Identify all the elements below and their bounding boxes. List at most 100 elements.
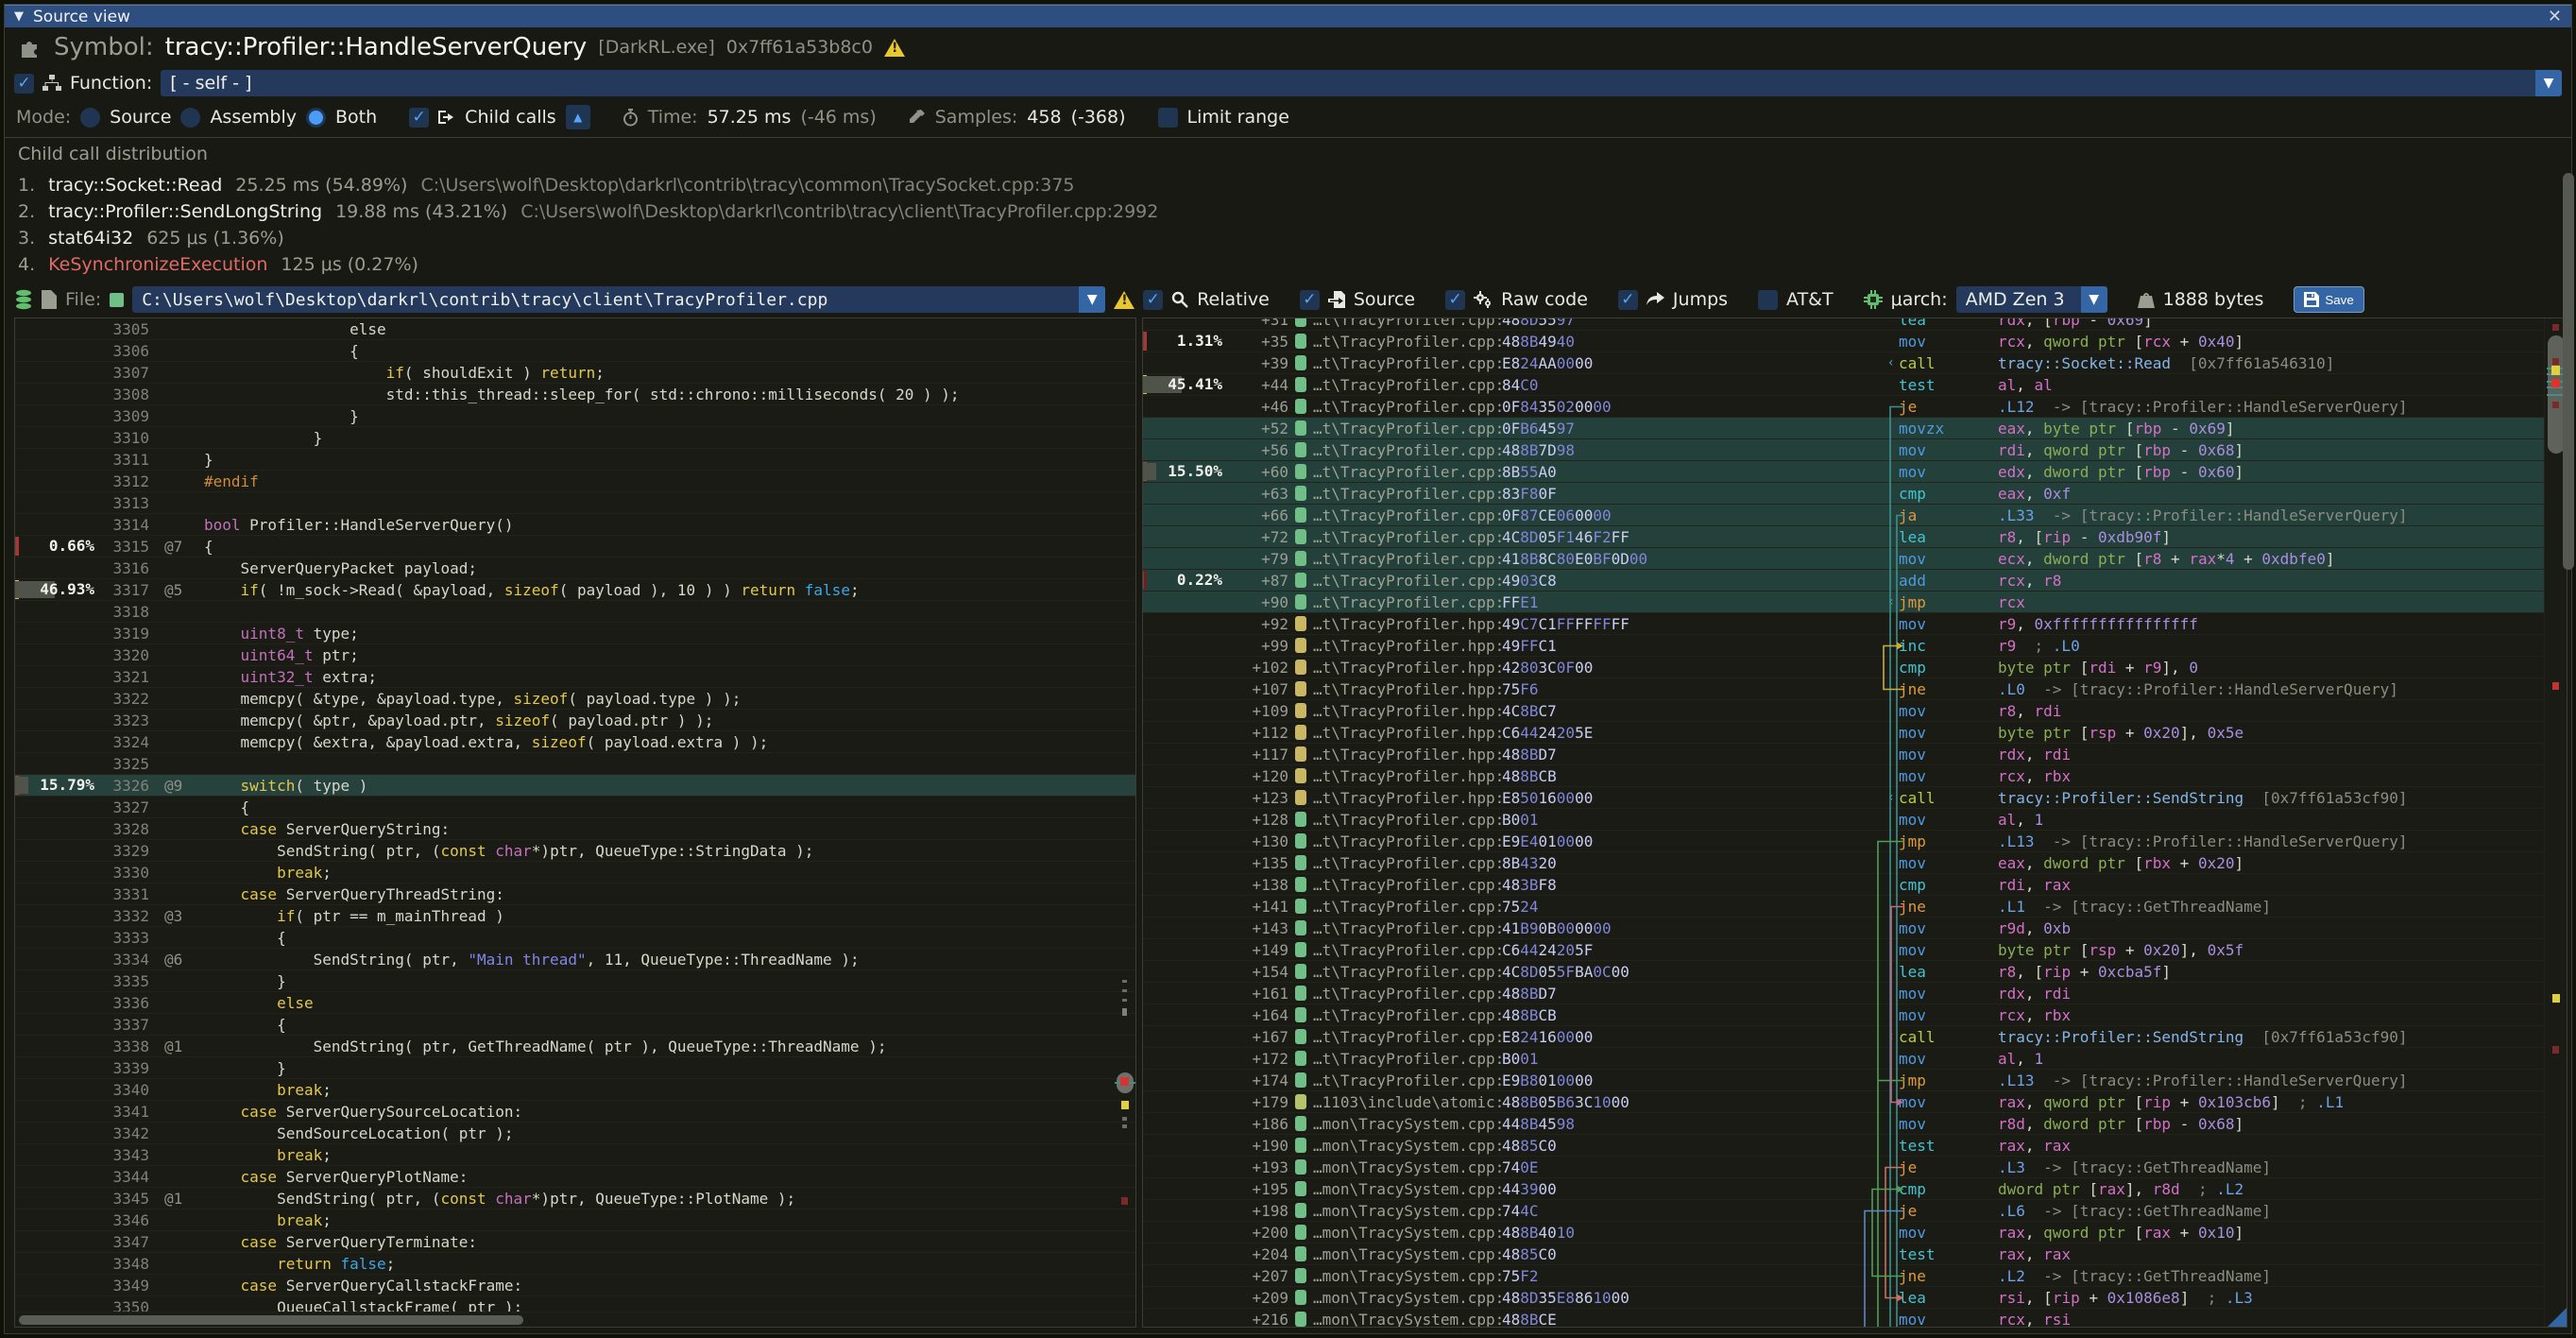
asm-row[interactable]: +149…t\TracyProfiler.cpp:3334C64424205Fm… <box>1143 939 2544 961</box>
asm-row[interactable]: +135…t\TracyProfiler.cpp:33328B4320movea… <box>1143 852 2544 874</box>
source-line[interactable]: 3313 <box>15 492 1135 514</box>
asm-row[interactable]: +123…t\TracyProfiler.hpp:676E850160000‹c… <box>1143 787 2544 809</box>
source-line[interactable]: 3337 { <box>15 1014 1135 1036</box>
asm-row[interactable]: +79…t\TracyProfiler.cpp:3326418B8C80E0BF… <box>1143 548 2544 570</box>
asm-row[interactable]: +209…mon\TracySystem.cpp:258488D35E88610… <box>1143 1287 2544 1309</box>
asm-row[interactable]: +154…t\TracyProfiler.cpp:33344C8D055FBA0… <box>1143 961 2544 983</box>
asm-row[interactable]: 15.50%+60…t\TracyProfiler.cpp:33268B55A0… <box>1143 461 2544 483</box>
source-line[interactable]: 15.79%3326@9 switch( type ) <box>15 775 1135 797</box>
asm-row[interactable]: 1.31%+35…t\TracyProfiler.cpp:3317488B494… <box>1143 331 2544 352</box>
asm-row[interactable]: +195…mon\TracySystem.cpp:199443900cmpdwo… <box>1143 1178 2544 1200</box>
source-line[interactable]: 3318 <box>15 601 1135 623</box>
asm-row[interactable]: +216…mon\TracySystem.cpp:258488BCEmovrcx… <box>1143 1309 2544 1327</box>
source-line[interactable]: 3312#endif <box>15 471 1135 492</box>
source-line[interactable]: 46.93%3317@5 if( !m_sock->Read( &payload… <box>15 579 1135 601</box>
asm-row[interactable]: +174…t\TracyProfiler.cpp:3401E9B8010000j… <box>1143 1070 2544 1091</box>
source-line[interactable]: 3306 { <box>15 340 1135 362</box>
chevron-down-icon[interactable]: ▼ <box>1079 286 1105 313</box>
source-line[interactable]: 3338@1 SendString( ptr, GetThreadName( p… <box>15 1036 1135 1057</box>
source-line[interactable]: 3321 uint32_t extra; <box>15 666 1135 688</box>
source-line[interactable]: 3307 if( shouldExit ) return; <box>15 362 1135 384</box>
child-call-entry[interactable]: 3.stat64i32625 μs (1.36%) <box>18 225 2558 251</box>
radio-both[interactable] <box>306 108 326 128</box>
close-icon[interactable]: ✕ <box>2548 7 2562 26</box>
asm-row[interactable]: +186…mon\TracySystem.cpp:197448B4598movr… <box>1143 1113 2544 1135</box>
asm-row[interactable]: +39…t\TracyProfiler.cpp:3317E824AA0000‹c… <box>1143 352 2544 374</box>
source-line[interactable]: 3336 else <box>15 992 1135 1014</box>
asm-row[interactable]: 45.41%+44…t\TracyProfiler.cpp:331784C0te… <box>1143 374 2544 396</box>
source-line[interactable]: 3310 } <box>15 427 1135 449</box>
asm-row[interactable]: +90…t\TracyProfiler.cpp:3326FFE1‹jmprcx <box>1143 592 2544 613</box>
titlebar[interactable]: ▼ Source view ✕ <box>5 5 2571 27</box>
asm-row[interactable]: +46…t\TracyProfiler.cpp:33170F8435020000… <box>1143 396 2544 418</box>
source-line[interactable]: 3340 break; <box>15 1079 1135 1101</box>
asm-row[interactable]: +56…t\TracyProfiler.cpp:3326488B7D98movr… <box>1143 439 2544 461</box>
source-line[interactable]: 3327 { <box>15 797 1135 818</box>
asm-row[interactable]: +52…t\TracyProfiler.cpp:33260FB64597movz… <box>1143 418 2544 439</box>
asm-row[interactable]: +207…mon\TracySystem.cpp:20375F2jne.L2 -… <box>1143 1265 2544 1287</box>
source-line[interactable]: 3341 case ServerQuerySourceLocation: <box>15 1101 1135 1123</box>
asm-row[interactable]: +138…t\TracyProfiler.cpp:3332483BF8cmprd… <box>1143 874 2544 896</box>
source-line[interactable]: 3347 case ServerQueryTerminate: <box>15 1231 1135 1253</box>
source-line[interactable]: 3305 else <box>15 318 1135 340</box>
window-vertical-scrollbar[interactable] <box>2561 26 2576 1330</box>
asm-row[interactable]: +200…mon\TracySystem.cpp:203488B4010movr… <box>1143 1222 2544 1244</box>
chevron-down-icon[interactable]: ▼ <box>2535 70 2562 96</box>
asm-row[interactable]: +99…t\TracyProfiler.hpp:67649FFC1incr9 ;… <box>1143 635 2544 657</box>
asm-row[interactable]: +31…t\TracyProfiler.cpp:3317488D5597lear… <box>1143 318 2544 331</box>
child-call-entry[interactable]: 4.KeSynchronizeExecution125 μs (0.27%) <box>18 251 2558 278</box>
uarch-select[interactable]: AMD Zen 3 ▼ <box>1956 286 2107 313</box>
asm-row[interactable]: +117…t\TracyProfiler.hpp:676488BD7movrdx… <box>1143 744 2544 765</box>
asm-row[interactable]: +66…t\TracyProfiler.cpp:33260F87CE060000… <box>1143 505 2544 526</box>
asm-row[interactable]: +161…t\TracyProfiler.cpp:3334488BD7movrd… <box>1143 983 2544 1004</box>
source-line[interactable]: 3314bool Profiler::HandleServerQuery() <box>15 514 1135 536</box>
source-line[interactable]: 3322 memcpy( &type, &payload.type, sizeo… <box>15 688 1135 710</box>
source-horizontal-scrollbar[interactable] <box>15 1312 1135 1327</box>
source-line[interactable]: 3325 <box>15 753 1135 775</box>
asm-row[interactable]: +120…t\TracyProfiler.hpp:676488BCBmovrcx… <box>1143 765 2544 787</box>
save-button[interactable]: Save <box>2294 286 2363 313</box>
scroll-thumb[interactable] <box>19 1315 523 1325</box>
source-line[interactable]: 3348 return false; <box>15 1253 1135 1275</box>
asm-row[interactable]: +179…1103\include\atomic:1048488B05B63C1… <box>1143 1091 2544 1113</box>
source-line[interactable]: 3344 case ServerQueryPlotName: <box>15 1166 1135 1188</box>
asm-row[interactable]: +112…t\TracyProfiler.hpp:676C64424205Emo… <box>1143 722 2544 744</box>
source-line[interactable]: 3335 } <box>15 970 1135 992</box>
source-line[interactable]: 3343 break; <box>15 1144 1135 1166</box>
asm-row[interactable]: +198…mon\TracySystem.cpp:199744Cje.L6 ->… <box>1143 1200 2544 1222</box>
asm-row[interactable]: +167…t\TracyProfiler.cpp:3334E824160000‹… <box>1143 1026 2544 1048</box>
asm-row[interactable]: +128…t\TracyProfiler.cpp:3401B001moval, … <box>1143 809 2544 831</box>
source-line[interactable]: 3350 QueueCallstackFrame( ptr ); <box>15 1296 1135 1312</box>
asm-row[interactable]: +172…t\TracyProfiler.cpp:3401B001moval, … <box>1143 1048 2544 1070</box>
source-line[interactable]: 3342 SendSourceLocation( ptr ); <box>15 1123 1135 1144</box>
child-calls-checkbox[interactable]: ✓ <box>409 108 429 128</box>
asm-row[interactable]: +164…t\TracyProfiler.cpp:3334488BCBmovrc… <box>1143 1004 2544 1026</box>
source-line[interactable]: 3309 } <box>15 405 1135 427</box>
function-select[interactable]: [ - self - ] ▼ <box>161 70 2562 96</box>
asm-row[interactable]: 0.22%+87…t\TracyProfiler.cpp:33264903C8a… <box>1143 570 2544 592</box>
source-line[interactable]: 3334@6 SendString( ptr, "Main thread", 1… <box>15 949 1135 970</box>
limit-range-checkbox[interactable]: ✓ <box>1158 108 1178 128</box>
source-vertical-scrollbar[interactable] <box>1115 318 1135 1312</box>
radio-source[interactable] <box>80 108 100 128</box>
source-line[interactable]: 3311} <box>15 449 1135 471</box>
source-line[interactable]: 3333 { <box>15 927 1135 949</box>
asm-row[interactable]: +102…t\TracyProfiler.hpp:67642803C0F00cm… <box>1143 657 2544 678</box>
source-line[interactable]: 3339 } <box>15 1057 1135 1079</box>
collapse-icon[interactable]: ▼ <box>14 9 24 24</box>
source-line[interactable]: 0.66%3315@7{ <box>15 536 1135 558</box>
asm-row[interactable]: +92…t\TracyProfiler.hpp:67649C7C1FFFFFFF… <box>1143 613 2544 635</box>
source-line[interactable]: 3330 break; <box>15 862 1135 883</box>
source-checkbox[interactable]: ✓ <box>1300 290 1320 310</box>
child-call-entry[interactable]: 2.tracy::Profiler::SendLongString19.88 m… <box>18 198 2558 225</box>
source-line[interactable]: 3323 memcpy( &ptr, &payload.ptr, sizeof(… <box>15 710 1135 731</box>
relative-checkbox[interactable]: ✓ <box>1143 290 1163 310</box>
radio-assembly[interactable] <box>180 108 200 128</box>
att-checkbox[interactable]: ✓ <box>1758 290 1778 310</box>
asm-row[interactable]: +109…t\TracyProfiler.hpp:6764C8BC7movr8,… <box>1143 700 2544 722</box>
source-line[interactable]: 3308 std::this_thread::sleep_for( std::c… <box>15 384 1135 405</box>
source-line[interactable]: 3345@1 SendString( ptr, (const char*)ptr… <box>15 1188 1135 1209</box>
source-line[interactable]: 3332@3 if( ptr == m_mainThread ) <box>15 905 1135 927</box>
source-line[interactable]: 3324 memcpy( &extra, &payload.extra, siz… <box>15 731 1135 753</box>
collapse-up-button[interactable]: ▲ <box>566 105 590 129</box>
